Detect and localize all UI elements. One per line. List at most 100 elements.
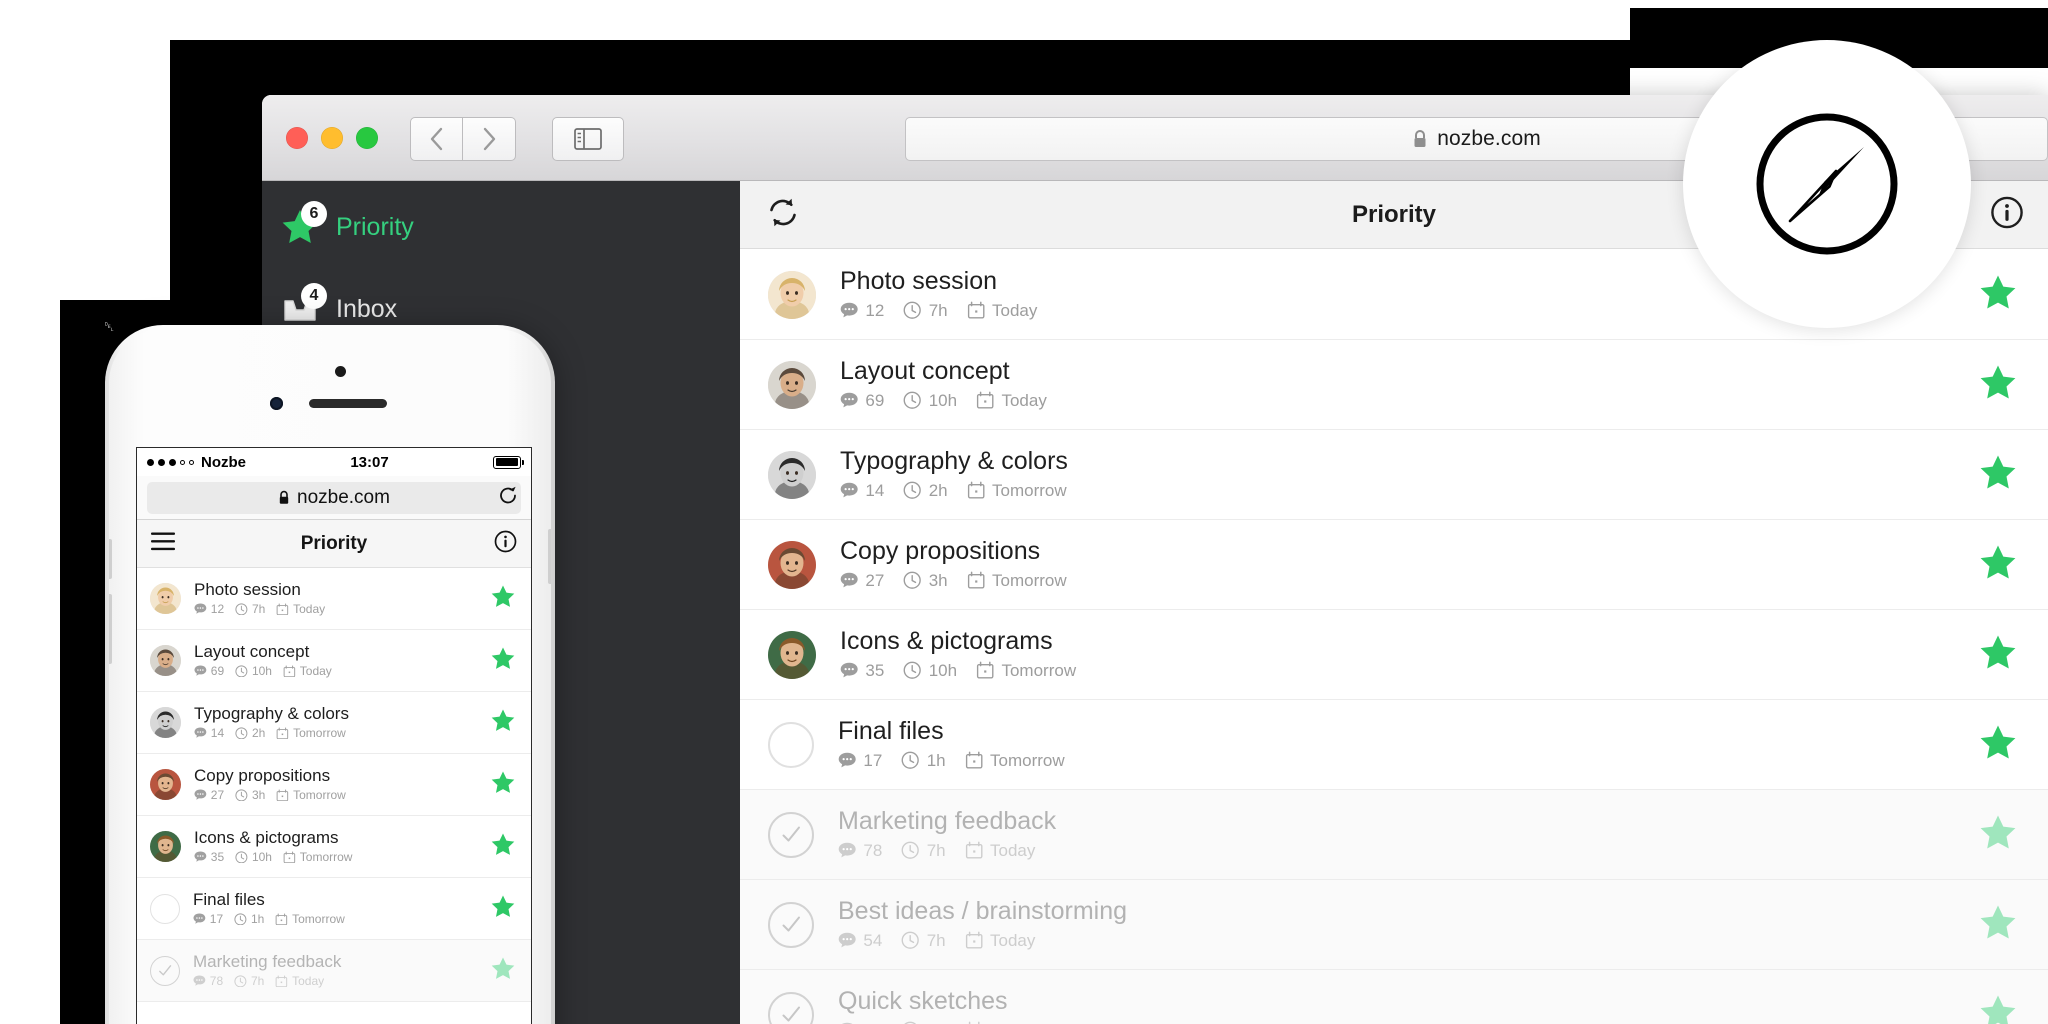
- checkmark-icon: [782, 916, 800, 931]
- task-star-toggle[interactable]: [1978, 812, 2018, 857]
- task-comment-count: 78: [193, 974, 223, 988]
- task-content: Copy propositions 27 3h Tomorrow: [194, 767, 346, 802]
- task-row[interactable]: Photo session 12 7h Today: [137, 568, 531, 630]
- avatar[interactable]: [150, 583, 181, 614]
- task-star-toggle[interactable]: [1978, 452, 2018, 497]
- task-comment-count: 35: [840, 661, 884, 681]
- task-star-toggle[interactable]: [490, 583, 516, 614]
- task-row[interactable]: Best ideas / brainstorming 54 7h Today: [740, 880, 2048, 970]
- iphone-address-bar[interactable]: nozbe.com: [137, 476, 531, 520]
- volume-up-button[interactable]: [109, 539, 112, 579]
- power-button[interactable]: [548, 529, 551, 584]
- task-meta: 54 7h Today: [838, 931, 1127, 951]
- reload-button[interactable]: [498, 485, 518, 510]
- task-comment-count: 78: [838, 841, 882, 861]
- task-star-toggle[interactable]: [490, 645, 516, 676]
- task-time-estimate: 3h: [235, 788, 265, 802]
- comment-icon: [194, 665, 207, 677]
- task-star-toggle[interactable]: [1978, 722, 2018, 767]
- comment-icon: [838, 843, 856, 858]
- avatar[interactable]: [150, 645, 181, 676]
- task-name: Photo session: [840, 266, 998, 295]
- task-row[interactable]: Marketing feedback 78 7h Today: [740, 790, 2048, 880]
- task-star-toggle[interactable]: [1978, 362, 2018, 407]
- task-star-toggle[interactable]: [1978, 542, 2018, 587]
- avatar[interactable]: [768, 630, 816, 679]
- task-comment-count: 69: [840, 391, 884, 411]
- task-checkbox[interactable]: [768, 721, 814, 768]
- iphone-device: Nozbe 13:07 nozbe.com Priority Photo ses…: [105, 325, 555, 1024]
- avatar[interactable]: [150, 707, 181, 738]
- task-row[interactable]: Layout concept 69 10h Today: [137, 630, 531, 692]
- calendar-icon: [967, 301, 985, 319]
- task-row[interactable]: Marketing feedback 78 7h Today: [137, 940, 531, 1002]
- task-row[interactable]: Icons & pictograms 35 10h Tomorrow: [137, 816, 531, 878]
- sidebar-toggle-button[interactable]: [552, 117, 624, 161]
- task-meta: 14 2h Tomorrow: [840, 481, 1068, 501]
- clock-icon: [901, 841, 920, 860]
- task-content: Marketing feedback 78 7h Today: [193, 953, 341, 988]
- task-content: Layout concept 69 10h Today: [194, 643, 332, 678]
- task-star-toggle[interactable]: [490, 707, 516, 738]
- avatar[interactable]: [150, 769, 181, 800]
- task-star-toggle[interactable]: [490, 831, 516, 862]
- avatar[interactable]: [768, 540, 816, 589]
- task-due-date: Today: [276, 602, 325, 616]
- task-row[interactable]: Typography & colors 14 2h Tomorrow: [137, 692, 531, 754]
- task-content: Photo session 12 7h Today: [840, 266, 1037, 321]
- task-star-toggle[interactable]: [490, 955, 516, 986]
- sidebar-item-priority[interactable]: 6 Priority: [262, 195, 740, 259]
- star-icon: [491, 770, 515, 793]
- star-icon: [1980, 725, 2016, 758]
- star-icon: [491, 956, 515, 979]
- task-row[interactable]: Copy propositions 27 3h Tomorrow: [740, 520, 2048, 610]
- avatar[interactable]: [768, 270, 816, 319]
- task-row[interactable]: Copy propositions 27 3h Tomorrow: [137, 754, 531, 816]
- task-star-toggle[interactable]: [490, 769, 516, 800]
- avatar[interactable]: [768, 450, 816, 499]
- clock-icon: [235, 602, 248, 615]
- task-checkbox-completed[interactable]: [768, 811, 814, 858]
- task-meta: 12 7h Today: [840, 301, 1037, 321]
- close-window-button[interactable]: [286, 127, 308, 149]
- zoom-window-button[interactable]: [356, 127, 378, 149]
- task-meta: 69 10h Today: [840, 391, 1047, 411]
- back-button[interactable]: [410, 117, 463, 161]
- task-row[interactable]: Icons & pictograms 35 10h Tomorrow: [740, 610, 2048, 700]
- star-icon: [1980, 995, 2016, 1024]
- clock-icon: [903, 481, 922, 500]
- calendar-icon: [967, 571, 985, 589]
- iphone-page-title: Priority: [300, 532, 368, 554]
- volume-down-button[interactable]: [109, 594, 112, 664]
- navigation-buttons[interactable]: [410, 117, 516, 161]
- task-row[interactable]: Typography & colors 14 2h Tomorrow: [740, 430, 2048, 520]
- task-comment-count: 27: [194, 788, 224, 802]
- task-star-toggle[interactable]: [490, 893, 516, 924]
- task-row[interactable]: Quick sketches 39 7h Today: [740, 970, 2048, 1024]
- info-button[interactable]: [1990, 195, 2024, 234]
- iphone-url-field[interactable]: nozbe.com: [147, 481, 521, 514]
- lock-icon: [279, 490, 289, 504]
- task-checkbox[interactable]: [150, 893, 180, 924]
- iphone-task-list[interactable]: Photo session 12 7h Today Layout concept 69 10…: [137, 568, 531, 1002]
- calendar-icon: [275, 975, 288, 987]
- task-list[interactable]: Photo session 12 7h Today Layout concept 69 10…: [740, 250, 2048, 1024]
- window-traffic-lights[interactable]: [286, 127, 378, 149]
- forward-button[interactable]: [463, 117, 516, 161]
- avatar[interactable]: [768, 360, 816, 409]
- avatar[interactable]: [150, 831, 181, 862]
- calendar-icon: [967, 481, 985, 499]
- task-checkbox-completed[interactable]: [768, 901, 814, 948]
- task-row[interactable]: Layout concept 69 10h Today: [740, 340, 2048, 430]
- task-star-toggle[interactable]: [1978, 632, 2018, 677]
- iphone-info-button[interactable]: [494, 530, 517, 558]
- task-checkbox-completed[interactable]: [150, 955, 180, 986]
- task-star-toggle[interactable]: [1978, 902, 2018, 947]
- task-star-toggle[interactable]: [1978, 272, 2018, 317]
- task-row[interactable]: Final files 17 1h Tomorrow: [137, 878, 531, 940]
- task-checkbox-completed[interactable]: [768, 991, 814, 1024]
- task-star-toggle[interactable]: [1978, 992, 2018, 1024]
- task-time-estimate: 3h: [903, 571, 948, 591]
- minimize-window-button[interactable]: [321, 127, 343, 149]
- task-row[interactable]: Final files 17 1h Tomorrow: [740, 700, 2048, 790]
